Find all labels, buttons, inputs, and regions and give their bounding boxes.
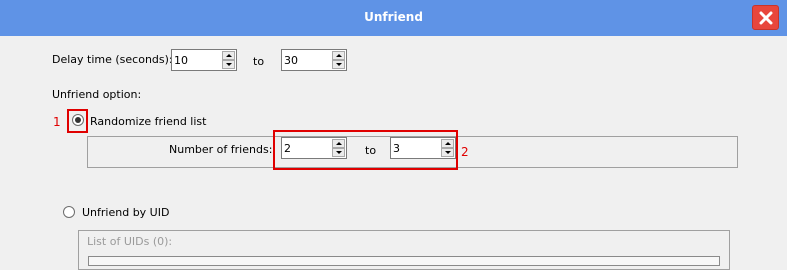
close-icon bbox=[759, 11, 773, 25]
uid-list-label: List of UIDs (0): bbox=[87, 235, 173, 248]
friends-to-spinner[interactable] bbox=[390, 137, 456, 159]
friends-to-input[interactable] bbox=[391, 138, 441, 158]
unfriend-by-uid-label[interactable]: Unfriend by UID bbox=[82, 206, 169, 219]
arrow-up-icon bbox=[226, 54, 232, 57]
friends-to-label: to bbox=[365, 144, 377, 157]
randomize-radio[interactable] bbox=[72, 114, 84, 126]
close-button[interactable] bbox=[752, 5, 779, 30]
delay-from-spinner[interactable] bbox=[171, 49, 237, 71]
delay-from-input[interactable] bbox=[172, 50, 222, 70]
number-of-friends-label: Number of friends: bbox=[169, 143, 273, 156]
uid-list-box[interactable] bbox=[88, 256, 720, 266]
spin-down-button[interactable] bbox=[332, 148, 345, 157]
delay-to-spinner[interactable] bbox=[281, 49, 347, 71]
window-title: Unfriend bbox=[364, 10, 423, 24]
arrow-down-icon bbox=[336, 63, 342, 66]
arrow-down-icon bbox=[226, 63, 232, 66]
spin-up-button[interactable] bbox=[441, 139, 454, 148]
spin-down-button[interactable] bbox=[332, 60, 345, 69]
annotation-number-2: 2 bbox=[461, 145, 469, 159]
title-bar: Unfriend bbox=[0, 0, 787, 36]
arrow-down-icon bbox=[445, 151, 451, 154]
arrow-up-icon bbox=[336, 142, 342, 145]
unfriend-option-label: Unfriend option: bbox=[52, 88, 142, 101]
radio-selected-dot bbox=[75, 117, 81, 123]
spin-up-button[interactable] bbox=[222, 51, 235, 60]
arrow-up-icon bbox=[336, 54, 342, 57]
delay-label: Delay time (seconds): bbox=[52, 53, 173, 66]
delay-to-input[interactable] bbox=[282, 50, 332, 70]
spin-up-button[interactable] bbox=[332, 51, 345, 60]
unfriend-by-uid-radio[interactable] bbox=[63, 206, 75, 218]
spin-down-button[interactable] bbox=[222, 60, 235, 69]
friends-from-spinner[interactable] bbox=[281, 137, 347, 159]
spin-down-button[interactable] bbox=[441, 148, 454, 157]
arrow-up-icon bbox=[445, 142, 451, 145]
annotation-number-1: 1 bbox=[53, 115, 61, 129]
delay-to-label: to bbox=[253, 55, 265, 68]
friends-from-input[interactable] bbox=[282, 138, 332, 158]
spin-up-button[interactable] bbox=[332, 139, 345, 148]
arrow-down-icon bbox=[336, 151, 342, 154]
randomize-label[interactable]: Randomize friend list bbox=[90, 115, 206, 128]
